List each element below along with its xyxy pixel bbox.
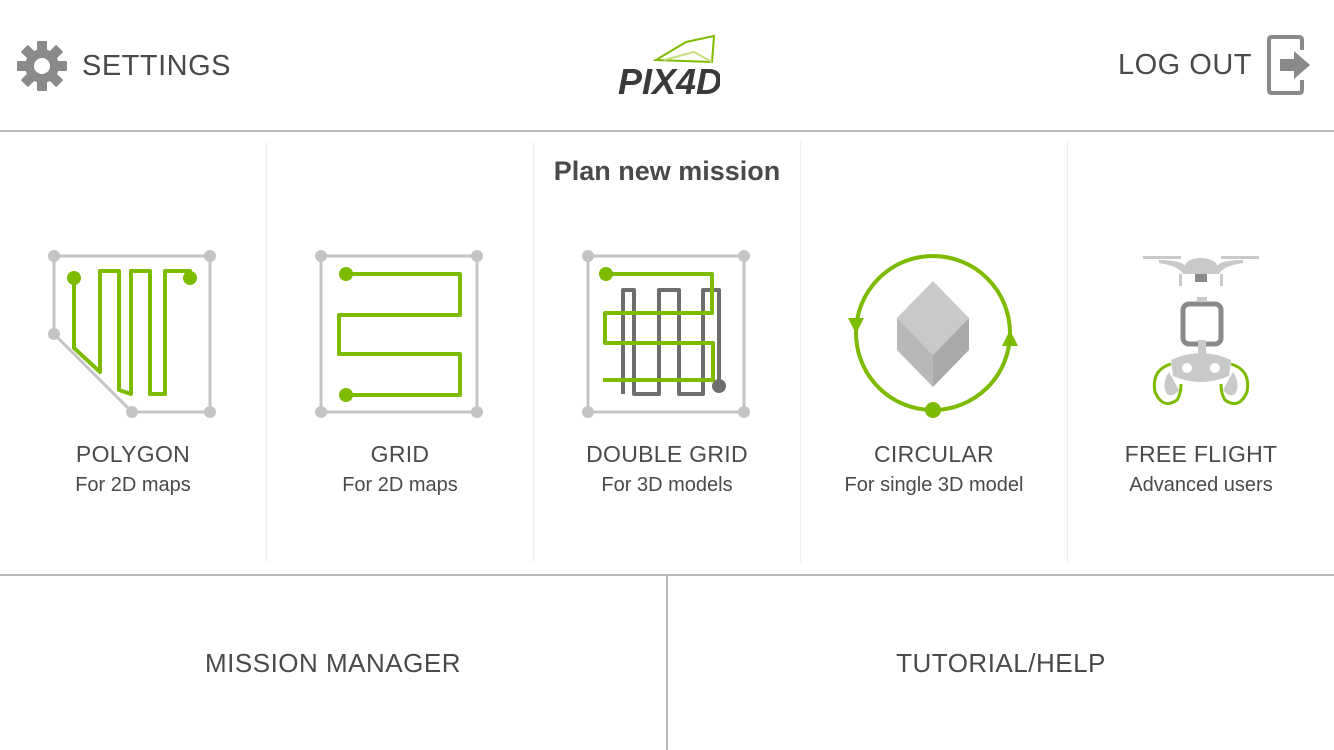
logo-text: PIX4D [618, 61, 720, 98]
mission-double-grid[interactable]: DOUBLE GRID For 3D models [534, 142, 801, 562]
mission-subtitle: For 3D models [601, 474, 733, 496]
mission-name: POLYGON [75, 441, 191, 467]
mission-manager-button[interactable]: MISSION MANAGER [0, 576, 666, 750]
top-bar: SETTINGS PIX4D LOG OUT [0, 0, 1334, 130]
gear-icon [17, 41, 67, 91]
pix4d-logo: PIX4D [618, 34, 720, 98]
mission-name: DOUBLE GRID [586, 441, 748, 467]
tutorial-help-button[interactable]: TUTORIAL/HELP [668, 576, 1334, 750]
settings-label: SETTINGS [82, 49, 232, 82]
mission-subtitle: For 2D maps [75, 474, 191, 496]
mission-subtitle: For 2D maps [342, 474, 458, 496]
grid-path-icon [315, 250, 483, 418]
mission-name: FREE FLIGHT [1124, 441, 1278, 467]
mission-free-flight[interactable]: FREE FLIGHT Advanced users [1068, 142, 1334, 562]
mission-grid[interactable]: GRID For 2D maps [267, 142, 534, 562]
mission-subtitle: For single 3D model [844, 474, 1024, 496]
mission-subtitle: Advanced users [1129, 474, 1273, 496]
mission-name: GRID [370, 441, 430, 467]
header-divider [0, 130, 1334, 132]
logout-label: LOG OUT [1117, 48, 1252, 81]
polygon-path-icon [48, 250, 216, 418]
drone-controller-icon [1143, 256, 1259, 406]
mission-circular[interactable]: CIRCULAR For single 3D model [801, 142, 1068, 562]
double-grid-path-icon [582, 250, 750, 418]
plan-title: Plan new mission [553, 156, 781, 186]
settings-button[interactable]: SETTINGS [16, 40, 231, 92]
circular-path-icon [848, 254, 1018, 418]
mission-polygon[interactable]: POLYGON For 2D maps [0, 142, 267, 562]
logout-icon [1267, 35, 1310, 95]
mission-name: CIRCULAR [874, 441, 994, 467]
logout-button[interactable]: LOG OUT [1118, 34, 1314, 96]
